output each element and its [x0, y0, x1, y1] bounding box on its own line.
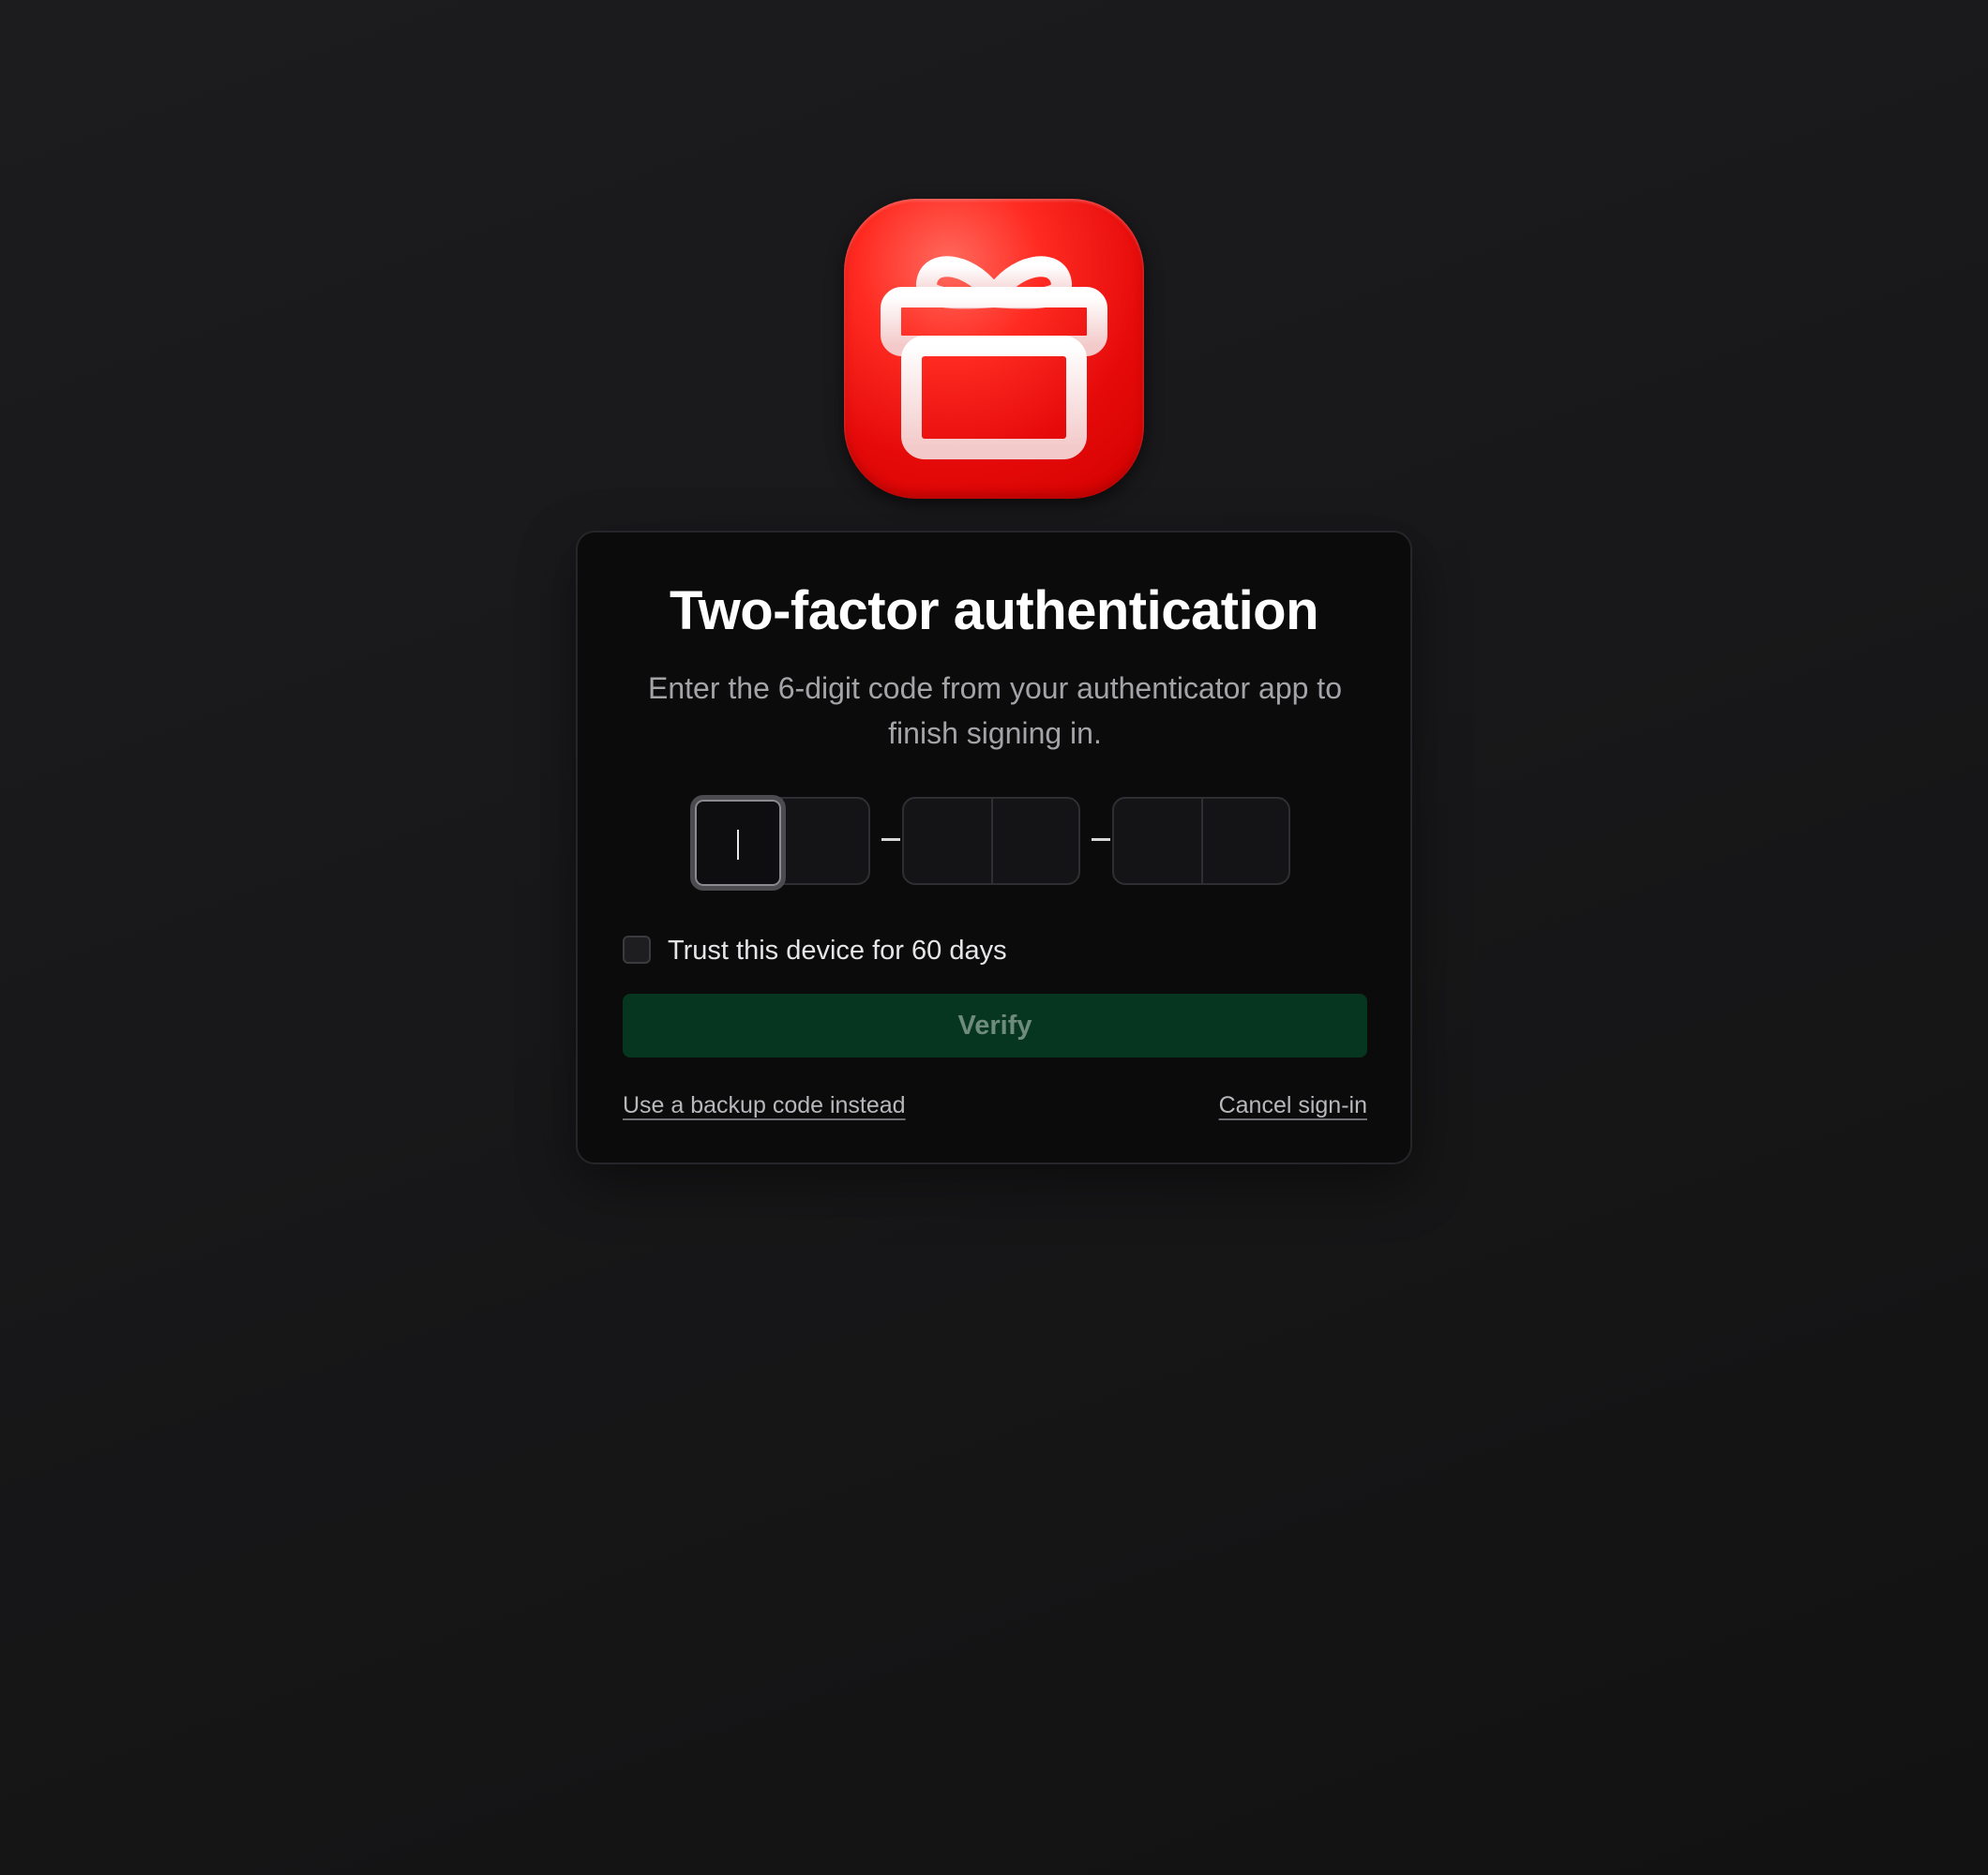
instructions-text: Enter the 6-digit code from your authent…	[648, 671, 1342, 750]
otp-digit-6[interactable]	[1204, 799, 1292, 887]
otp-digit-4[interactable]	[994, 799, 1082, 887]
otp-segment-1	[690, 795, 872, 891]
otp-separator	[881, 838, 900, 841]
otp-segment-3	[1112, 797, 1290, 885]
gift-icon	[881, 256, 1107, 459]
trust-device-checkbox[interactable]	[623, 936, 651, 964]
page-title: Two-factor authentication	[669, 580, 1319, 641]
otp-digit-1[interactable]	[690, 795, 786, 891]
two-factor-card: Two-factor authentication Enter the 6-di…	[576, 531, 1412, 1164]
trust-device-label[interactable]: Trust this device for 60 days	[668, 934, 1007, 968]
otp-separator	[1092, 838, 1110, 841]
verify-button[interactable]: Verify	[623, 994, 1367, 1058]
otp-digit-3[interactable]	[904, 799, 992, 887]
backup-code-link[interactable]: Use a backup code instead	[623, 1089, 906, 1121]
app-logo	[844, 199, 1144, 499]
otp-digit-2[interactable]	[784, 799, 872, 887]
text-caret	[737, 830, 739, 860]
cancel-signin-link[interactable]: Cancel sign-in	[1219, 1089, 1367, 1121]
otp-digit-5[interactable]	[1114, 799, 1202, 887]
otp-segment-2	[902, 797, 1080, 885]
